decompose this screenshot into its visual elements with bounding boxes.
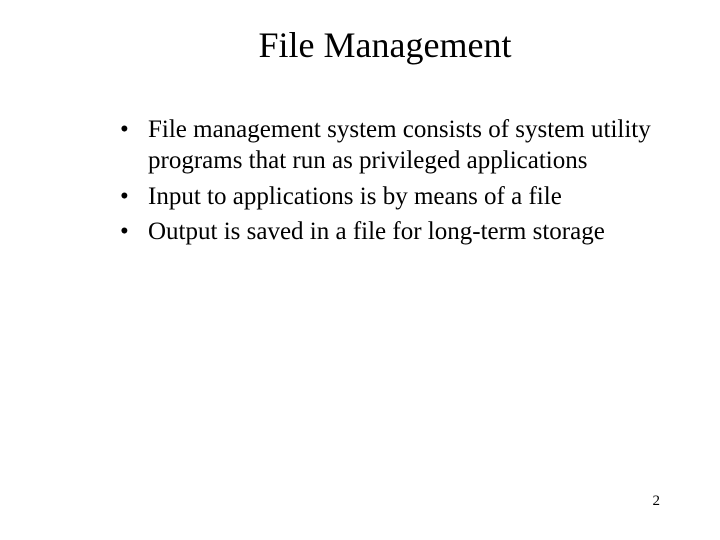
bullet-item: Input to applications is by means of a f… (120, 181, 660, 212)
slide-title: File Management (150, 24, 620, 66)
bullet-item: File management system consists of syste… (120, 114, 660, 177)
bullet-item: Output is saved in a file for long-term … (120, 216, 660, 247)
bullet-list: File management system consists of syste… (60, 114, 660, 247)
slide-container: File Management File management system c… (0, 0, 720, 540)
page-number: 2 (653, 493, 661, 510)
